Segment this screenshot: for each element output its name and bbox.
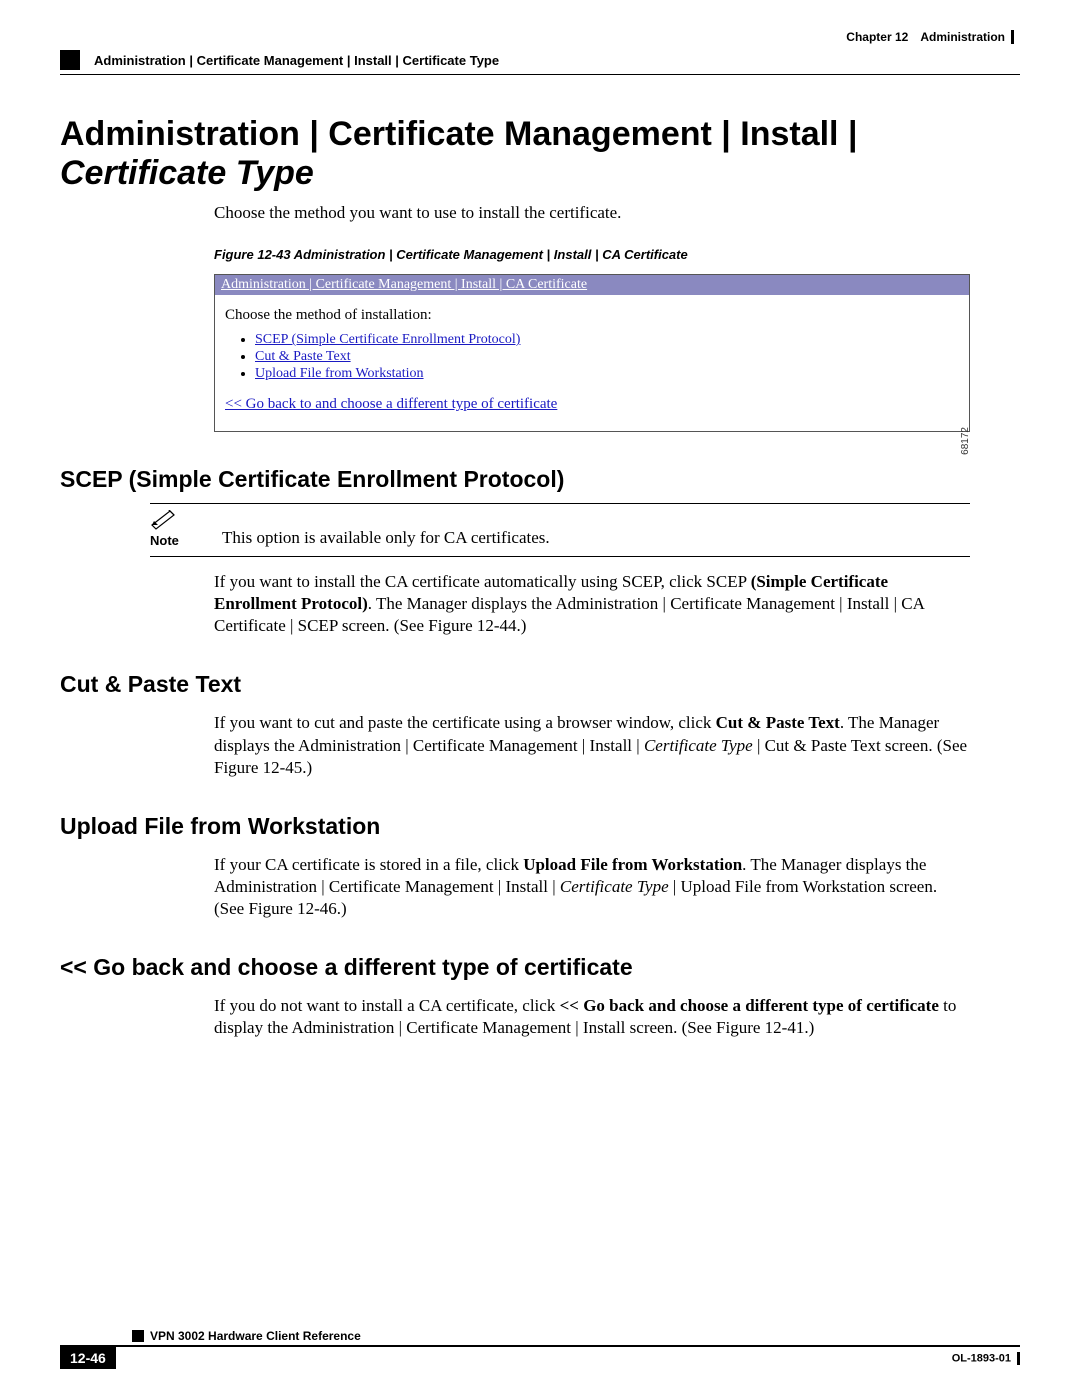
chapter-label: Chapter 12 <box>846 30 908 44</box>
page-title: Administration | Certificate Management … <box>60 115 1020 193</box>
section-label: Administration <box>920 30 1005 44</box>
note-label: Note <box>150 533 179 548</box>
running-header: Chapter 12 Administration <box>60 30 1020 44</box>
intro-text: Choose the method you want to use to ins… <box>214 203 970 223</box>
figure-id: 68172 <box>960 427 971 455</box>
cut-paragraph: If you want to cut and paste the certifi… <box>214 712 970 778</box>
footer-doc-title: VPN 3002 Hardware Client Reference <box>150 1329 361 1343</box>
header-rule <box>60 74 1020 75</box>
section-heading-scep: SCEP (Simple Certificate Enrollment Prot… <box>60 466 1020 493</box>
figure-titlebar: Administration | Certificate Management … <box>215 275 969 295</box>
upload-paragraph: If your CA certificate is stored in a fi… <box>214 854 970 920</box>
figure-option-list: SCEP (Simple Certificate Enrollment Prot… <box>255 332 959 382</box>
figure-option-scep[interactable]: SCEP (Simple Certificate Enrollment Prot… <box>255 332 520 347</box>
note-text: This option is available only for CA cer… <box>214 514 550 556</box>
note-block: Note This option is available only for C… <box>150 503 970 557</box>
footer-end-bar <box>1017 1352 1020 1365</box>
section-heading-upload: Upload File from Workstation <box>60 813 1020 840</box>
pencil-icon <box>150 510 178 530</box>
title-plain: Administration | Certificate Management … <box>60 115 857 153</box>
figure-screenshot: Administration | Certificate Management … <box>214 274 970 432</box>
figure-option-cutpaste[interactable]: Cut & Paste Text <box>255 349 351 364</box>
figure-prompt: Choose the method of installation: <box>225 307 959 324</box>
doc-id: OL-1893-01 <box>952 1352 1020 1365</box>
figure-option-upload[interactable]: Upload File from Workstation <box>255 366 424 381</box>
figure-back-link[interactable]: << Go back to and choose a different typ… <box>225 396 557 412</box>
header-end-bar <box>1011 30 1014 44</box>
page-footer: VPN 3002 Hardware Client Reference 12-46… <box>60 1329 1020 1369</box>
back-paragraph: If you do not want to install a CA certi… <box>214 995 970 1039</box>
title-italic: Certificate Type <box>60 154 314 192</box>
breadcrumb: Administration | Certificate Management … <box>94 53 499 68</box>
figure-caption: Figure 12-43 Administration | Certificat… <box>214 247 970 262</box>
footer-square-icon <box>132 1330 144 1342</box>
scep-paragraph: If you want to install the CA certificat… <box>214 571 970 637</box>
header-square-icon <box>60 50 80 70</box>
section-heading-back: << Go back and choose a different type o… <box>60 954 1020 981</box>
page-number: 12-46 <box>60 1347 116 1369</box>
section-heading-cut: Cut & Paste Text <box>60 671 1020 698</box>
